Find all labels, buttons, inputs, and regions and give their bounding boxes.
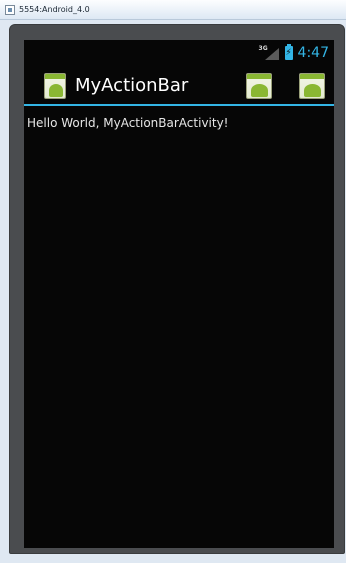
action-item-1[interactable] <box>246 73 272 99</box>
action-bar: MyActionBar <box>24 70 334 106</box>
android-app-icon <box>246 73 272 99</box>
android-app-icon[interactable] <box>44 73 66 99</box>
status-bar: 3G 4:47 <box>24 40 334 65</box>
window-title: 5554:Android_4.0 <box>19 5 90 14</box>
battery-charging-icon <box>284 43 293 60</box>
status-clock: 4:47 <box>297 44 329 61</box>
window-app-icon <box>5 4 15 15</box>
android-app-icon <box>299 73 325 99</box>
action-item-2[interactable] <box>299 73 325 99</box>
signal-icon: 3G <box>259 45 279 60</box>
window-titlebar[interactable]: 5554:Android_4.0 <box>0 0 346 20</box>
device-screen[interactable]: 3G 4:47 MyActionBar Hello World, MyActio… <box>24 40 334 548</box>
hello-text: Hello World, MyActionBarActivity! <box>27 116 229 130</box>
action-bar-title: MyActionBar <box>75 75 189 96</box>
